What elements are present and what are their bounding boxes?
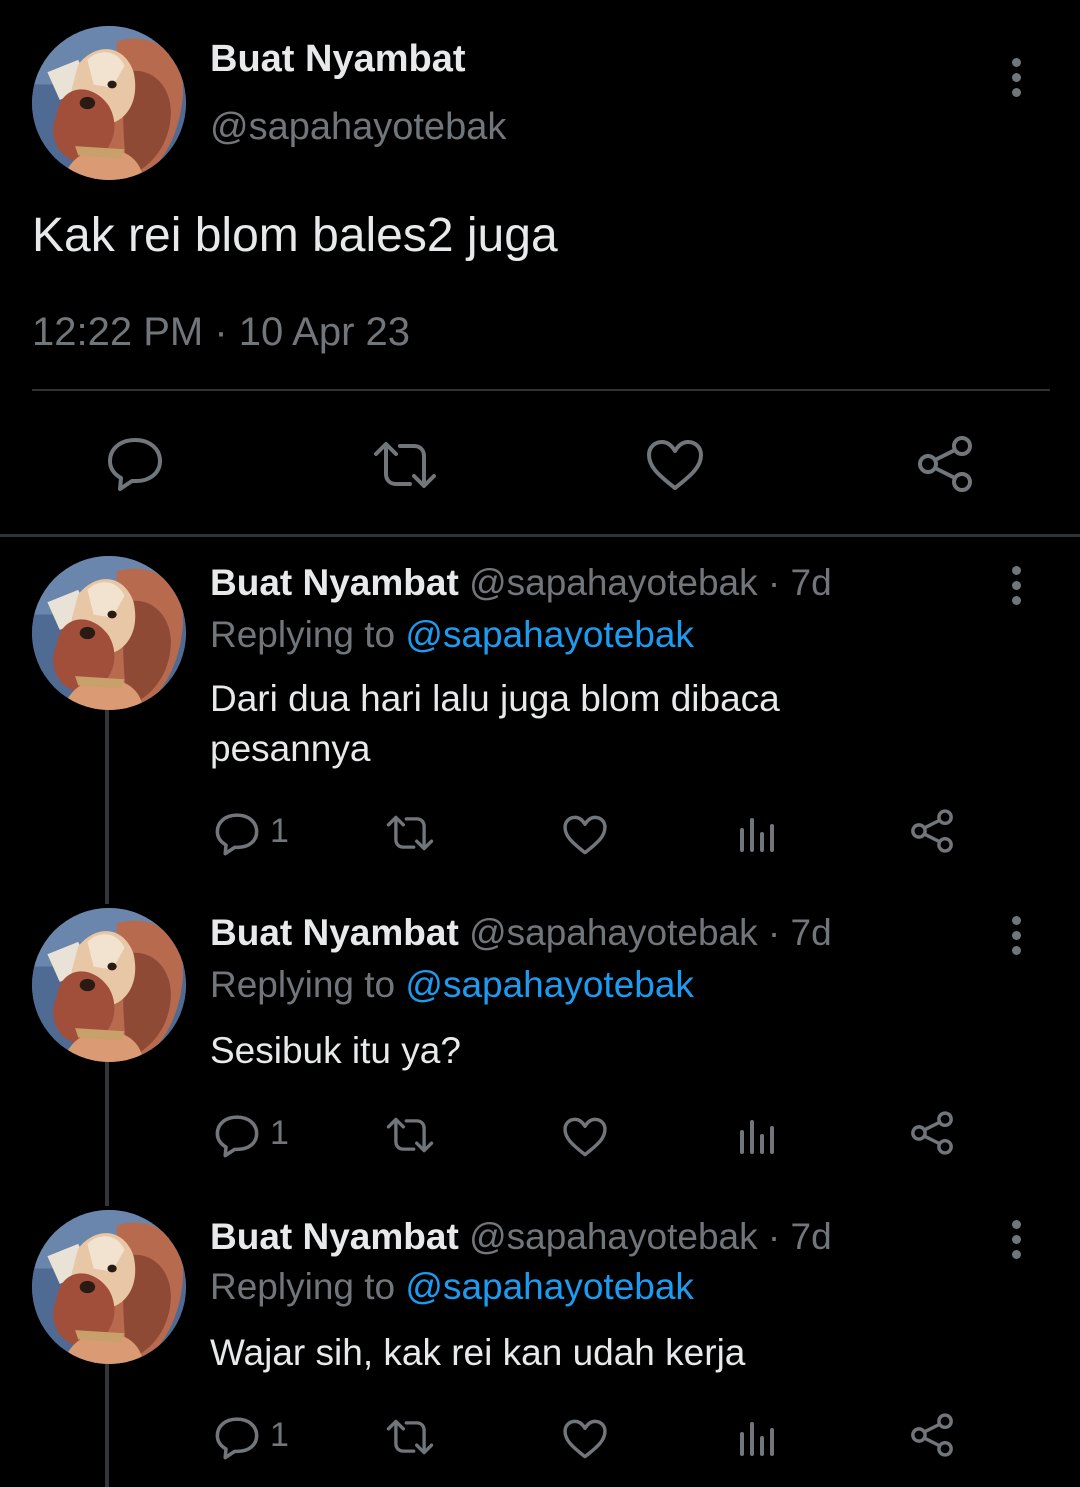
thread-line: [105, 710, 109, 904]
user-handle[interactable]: @sapahayotebak: [469, 1216, 758, 1257]
tweet-timestamp[interactable]: 12:22 PM · 10 Apr 23: [32, 310, 410, 355]
retweet-icon[interactable]: [370, 440, 440, 490]
analytics-icon[interactable]: [738, 1116, 778, 1156]
replying-to: Replying to @sapahayotebak: [210, 614, 694, 656]
tweet-text: Kak rei blom bales2 juga: [32, 209, 558, 262]
like-icon[interactable]: [562, 1116, 608, 1158]
display-name[interactable]: Buat Nyambat: [210, 38, 466, 81]
reply-icon[interactable]: [214, 812, 260, 856]
display-name[interactable]: Buat Nyambat: [210, 912, 459, 953]
reply-header: Buat Nyambat @sapahayotebak · 7d: [210, 912, 832, 954]
display-name[interactable]: Buat Nyambat: [210, 562, 459, 603]
reply-text: Wajar sih, kak rei kan udah kerja: [210, 1332, 746, 1373]
share-icon[interactable]: [914, 434, 976, 494]
reply-icon[interactable]: [106, 436, 164, 492]
reply-header: Buat Nyambat @sapahayotebak · 7d: [210, 562, 832, 604]
avatar[interactable]: [32, 1210, 186, 1364]
replying-to: Replying to @sapahayotebak: [210, 964, 694, 1006]
user-handle[interactable]: @sapahayotebak: [210, 106, 506, 149]
display-name[interactable]: Buat Nyambat: [210, 1216, 459, 1257]
user-handle[interactable]: @sapahayotebak: [469, 912, 758, 953]
reply-text: Dari dua hari lalu juga blom dibaca pesa…: [210, 678, 780, 769]
reply-text: Sesibuk itu ya?: [210, 1030, 461, 1071]
dog-avatar-image: [32, 908, 186, 1062]
share-icon[interactable]: [908, 808, 956, 854]
replying-to-mention[interactable]: @sapahayotebak: [405, 1266, 694, 1307]
user-handle[interactable]: @sapahayotebak: [469, 562, 758, 603]
dog-avatar-image: [32, 26, 186, 180]
replying-to-mention[interactable]: @sapahayotebak: [405, 964, 694, 1005]
share-icon[interactable]: [908, 1110, 956, 1156]
replying-prefix: Replying to: [210, 614, 406, 655]
replying-prefix: Replying to: [210, 1266, 406, 1307]
like-icon[interactable]: [562, 814, 608, 856]
reply-header: Buat Nyambat @sapahayotebak · 7d: [210, 1216, 832, 1258]
reply-icon[interactable]: [214, 1416, 260, 1460]
more-options-icon[interactable]: [1006, 916, 1026, 961]
analytics-icon[interactable]: [738, 814, 778, 854]
like-icon[interactable]: [645, 438, 705, 492]
reply-count: 1: [270, 1114, 289, 1152]
dog-avatar-image: [32, 556, 186, 710]
like-icon[interactable]: [562, 1418, 608, 1460]
reply-count: 1: [270, 1416, 289, 1454]
retweet-icon[interactable]: [384, 814, 436, 852]
reply-age: · 7d: [767, 1216, 832, 1257]
replying-to-mention[interactable]: @sapahayotebak: [405, 614, 694, 655]
retweet-icon[interactable]: [384, 1116, 436, 1154]
analytics-icon[interactable]: [738, 1418, 778, 1458]
share-icon[interactable]: [908, 1412, 956, 1458]
more-options-icon[interactable]: [1006, 566, 1026, 611]
reply-age: · 7d: [767, 912, 832, 953]
more-options-icon[interactable]: [1006, 1220, 1026, 1265]
dog-avatar-image: [32, 1210, 186, 1364]
divider: [32, 389, 1050, 391]
thread-line: [105, 1364, 109, 1487]
replying-to: Replying to @sapahayotebak: [210, 1266, 694, 1308]
reply-icon[interactable]: [214, 1114, 260, 1158]
avatar[interactable]: [32, 556, 186, 710]
avatar[interactable]: [32, 26, 186, 180]
more-options-icon[interactable]: [1006, 58, 1026, 103]
section-divider: [0, 534, 1080, 537]
reply-age: · 7d: [767, 562, 832, 603]
reply-count: 1: [270, 812, 289, 850]
avatar[interactable]: [32, 908, 186, 1062]
thread-line: [105, 1062, 109, 1206]
replying-prefix: Replying to: [210, 964, 406, 1005]
retweet-icon[interactable]: [384, 1418, 436, 1456]
